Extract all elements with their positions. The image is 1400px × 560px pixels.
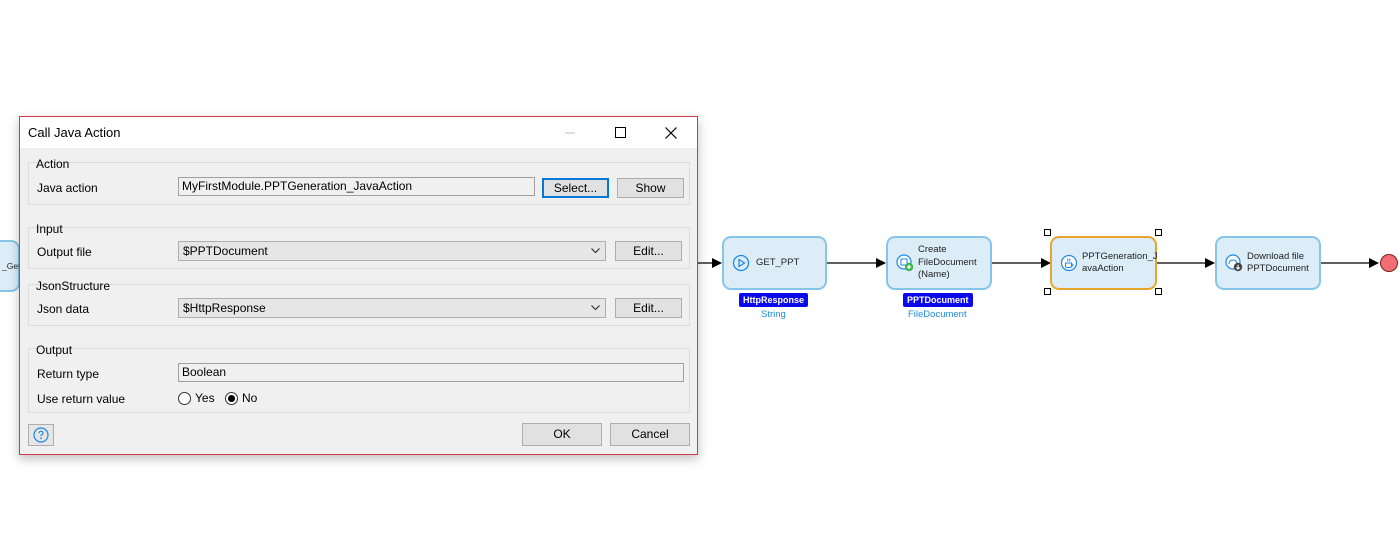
output-group: Output Return type Boolean Use return va… xyxy=(28,343,690,413)
play-circle-icon xyxy=(732,254,750,272)
create-object-icon xyxy=(896,254,914,272)
activity-label-line: FileDocument xyxy=(918,256,977,268)
close-icon xyxy=(665,126,677,139)
json-data-value: $HttpResponse xyxy=(183,301,266,315)
edit-json-data-button[interactable]: Edit... xyxy=(615,298,682,318)
edit-output-file-button[interactable]: Edit... xyxy=(615,241,682,261)
help-icon xyxy=(33,427,49,443)
java-action-label: Java action xyxy=(37,181,98,195)
partial-activity-node[interactable]: _Get xyxy=(0,240,20,292)
call-java-action-dialog: Call Java Action Action Java action MyFi… xyxy=(19,116,698,455)
use-return-yes-label[interactable]: Yes xyxy=(195,391,215,405)
activity-download-file[interactable]: Download file PPTDocument xyxy=(1215,236,1321,290)
group-title: Output xyxy=(36,343,73,357)
variable-badge-pptdocument: PPTDocument xyxy=(903,293,973,307)
activity-label-line: PPTDocument xyxy=(1247,263,1309,274)
minimize-icon xyxy=(565,132,575,133)
action-group: Action Java action MyFirstModule.PPTGene… xyxy=(28,157,690,205)
use-return-no-radio[interactable] xyxy=(225,392,238,405)
selection-handle-bottom-right[interactable] xyxy=(1155,288,1162,295)
output-file-label: Output file xyxy=(37,245,92,259)
selection-handle-top-right[interactable] xyxy=(1155,229,1162,236)
select-button[interactable]: Select... xyxy=(542,178,609,198)
partial-node-label: _Get xyxy=(2,260,21,271)
maximize-icon xyxy=(614,127,626,138)
return-type-field: Boolean xyxy=(178,363,684,382)
activity-label-line: PPTGeneration_J xyxy=(1082,250,1158,262)
download-icon xyxy=(1225,254,1243,272)
json-data-select[interactable]: $HttpResponse xyxy=(178,298,606,318)
group-title: Input xyxy=(36,222,63,236)
use-return-no-label[interactable]: No xyxy=(242,391,257,405)
maximize-button[interactable] xyxy=(597,117,643,148)
end-event[interactable] xyxy=(1380,254,1398,272)
activity-pptgeneration-javaaction[interactable]: PPTGeneration_J avaAction xyxy=(1050,236,1158,290)
activity-label-line: Create xyxy=(918,244,947,256)
activity-label-line: avaAction xyxy=(1082,263,1124,274)
selection-handle-bottom-left[interactable] xyxy=(1044,288,1051,295)
variable-type-filedocument: FileDocument xyxy=(908,309,967,320)
dialog-title: Call Java Action xyxy=(28,125,121,140)
activity-label: GET_PPT xyxy=(756,256,800,268)
activity-get-ppt[interactable]: GET_PPT xyxy=(722,236,827,290)
dialog-titlebar[interactable]: Call Java Action xyxy=(20,117,697,148)
variable-type-string: String xyxy=(761,309,786,320)
selection-handle-top-left[interactable] xyxy=(1044,229,1051,236)
variable-badge-httpresponse: HttpResponse xyxy=(739,293,809,307)
chevron-down-icon xyxy=(591,305,600,311)
json-data-label: Json data xyxy=(37,302,90,316)
ok-button[interactable]: OK xyxy=(522,423,602,446)
use-return-yes-radio[interactable] xyxy=(178,392,191,405)
activity-create-filedocument[interactable]: Create FileDocument (Name) xyxy=(886,236,992,290)
return-type-label: Return type xyxy=(37,367,100,381)
show-button[interactable]: Show xyxy=(617,178,684,198)
activity-label-line: Download file xyxy=(1247,250,1305,262)
java-cup-icon xyxy=(1060,254,1078,272)
group-title: Action xyxy=(36,157,70,171)
minimize-button[interactable] xyxy=(547,117,593,148)
java-action-field[interactable]: MyFirstModule.PPTGeneration_JavaAction xyxy=(178,177,535,196)
output-file-select[interactable]: $PPTDocument xyxy=(178,241,606,261)
json-structure-group: JsonStructure Json data $HttpResponse Ed… xyxy=(28,279,690,326)
output-file-value: $PPTDocument xyxy=(183,244,268,258)
input-group: Input Output file $PPTDocument Edit... xyxy=(28,222,690,269)
activity-label-line: (Name) xyxy=(918,269,950,281)
chevron-down-icon xyxy=(591,248,600,254)
help-button[interactable] xyxy=(28,424,54,446)
cancel-button[interactable]: Cancel xyxy=(610,423,690,446)
close-button[interactable] xyxy=(648,117,694,148)
use-return-value-label: Use return value xyxy=(37,392,126,406)
group-title: JsonStructure xyxy=(36,279,111,293)
